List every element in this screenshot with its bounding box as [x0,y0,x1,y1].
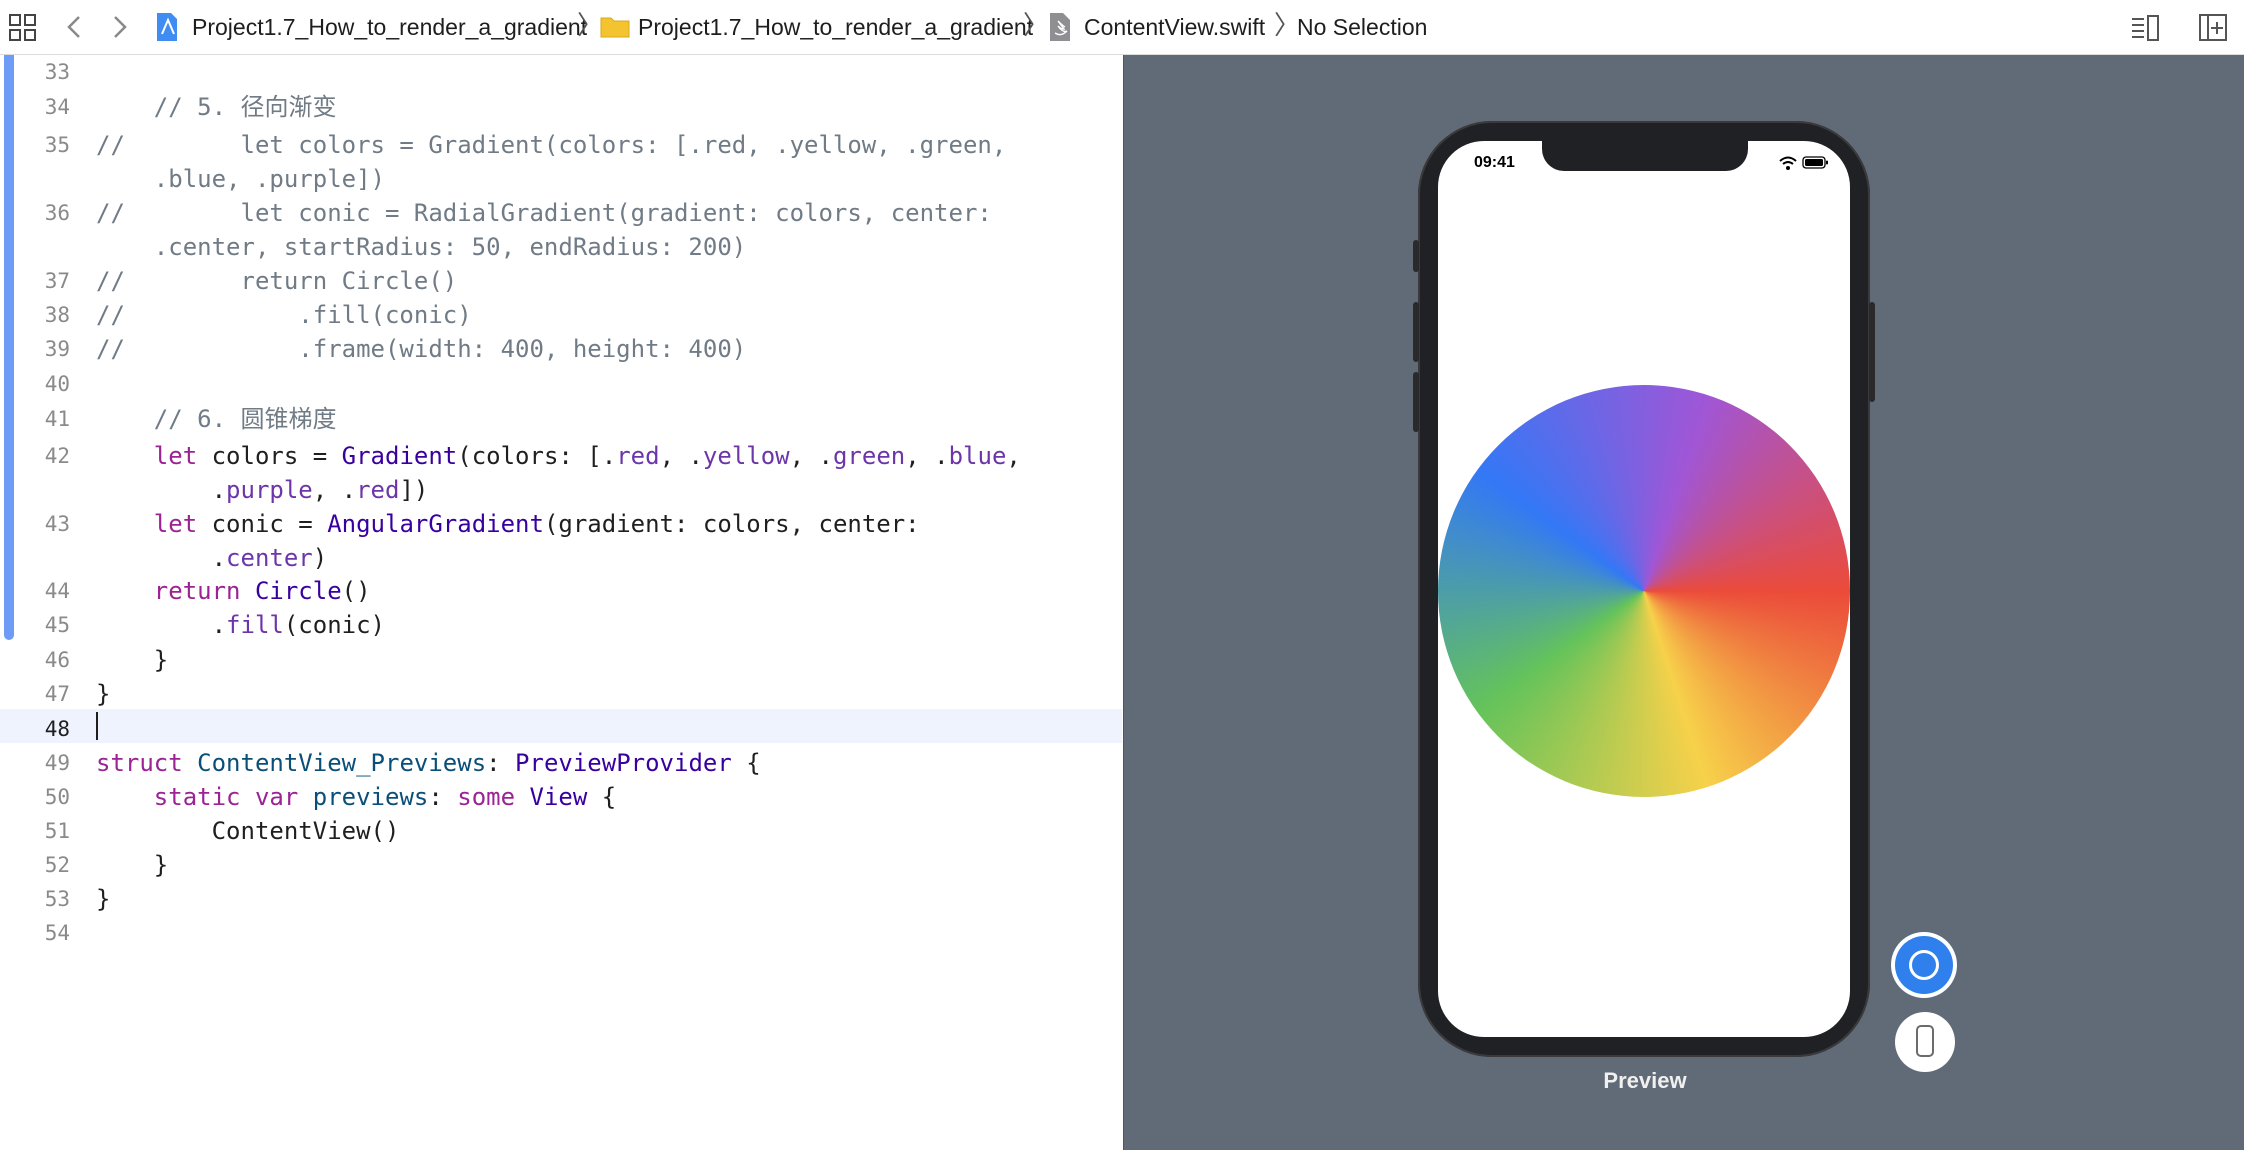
code-line: // let colors = Gradient(colors: [.red, … [96,131,1007,193]
code-line: } [96,646,169,674]
status-time: 09:41 [1474,154,1515,171]
code-line: static var previews: some View { [153,783,617,811]
angular-gradient-circle [1438,385,1850,797]
code-line: // 6. 圆锥梯度 [96,405,337,433]
line-number-current: 48 [44,717,70,741]
code-line: return Circle() [153,577,371,605]
code-line: // return Circle() [96,267,458,295]
line-number: 44 [44,579,70,603]
swift-file-icon [1050,13,1070,41]
line-number: 51 [44,819,70,843]
add-editor-icon[interactable] [2196,10,2230,44]
line-number: 35 [44,133,70,157]
code-line: // let conic = RadialGradient(gradient: … [96,199,992,261]
code-line: let conic = AngularGradient(gradient: co… [153,510,920,572]
line-number: 53 [44,887,70,911]
phone-notch [1542,141,1748,171]
line-number: 33 [44,60,70,84]
code-line: // 5. 径向渐变 [96,93,337,121]
chevron-right-icon[interactable] [102,10,136,44]
line-number: 52 [44,853,70,877]
device-preview-icon[interactable] [1895,1012,1955,1072]
phone-volume-down [1413,372,1419,432]
editor-options-icon[interactable] [2128,10,2162,44]
line-number: 46 [44,648,70,672]
line-number: 38 [44,303,70,327]
preview-label: Preview [1603,1068,1687,1093]
line-number: 36 [44,201,70,225]
text-cursor [96,712,98,740]
phone-mute-switch [1413,240,1419,272]
code-line: struct ContentView_Previews: PreviewProv… [96,749,761,777]
breadcrumb-file[interactable]: ContentView.swift [1084,12,1265,42]
wifi-icon [1779,156,1797,170]
line-number: 41 [44,407,70,431]
code-line: let colors = Gradient(colors: [.red, .ye… [153,442,1021,504]
line-number: 50 [44,785,70,809]
line-number: 45 [44,613,70,637]
source-editor[interactable]: 33 34 35 36 37 38 39 40 41 42 43 44 45 4… [0,55,1122,1150]
line-number: 43 [44,512,70,536]
line-number: 39 [44,337,70,361]
phone-power-button [1869,302,1875,402]
code-line: // .frame(width: 400, height: 400) [96,335,747,363]
battery-icon [1802,156,1828,169]
code-line: } [96,885,111,913]
breadcrumb-folder[interactable]: Project1.7_How_to_render_a_gradient [638,12,1033,42]
chevron-left-icon[interactable] [58,10,92,44]
xcode-project-icon [157,13,177,41]
code-line: ContentView() [96,817,400,845]
code-line: // .fill(conic) [96,301,472,329]
breadcrumb-selection[interactable]: No Selection [1297,12,1427,42]
line-number: 34 [44,95,70,119]
line-number: 47 [44,682,70,706]
preview-screen: 09:41 [1438,141,1850,1037]
line-number: 40 [44,372,70,396]
breadcrumb-project[interactable]: Project1.7_How_to_render_a_gradient [192,12,587,42]
related-items-grid-icon[interactable] [6,10,40,44]
jump-bar: Project1.7_How_to_render_a_gradient 〉 Pr… [0,0,2244,55]
live-preview-icon[interactable] [1891,932,1957,998]
phone-volume-up [1413,302,1419,362]
line-number: 49 [44,751,70,775]
code-line: } [96,851,169,879]
code-line: .fill(conic) [96,611,385,639]
current-line-highlight [0,709,1122,743]
folder-icon [600,17,630,38]
line-number: 54 [44,921,70,945]
code-line: } [96,680,111,708]
line-number: 37 [44,269,70,293]
line-number: 42 [44,444,70,468]
